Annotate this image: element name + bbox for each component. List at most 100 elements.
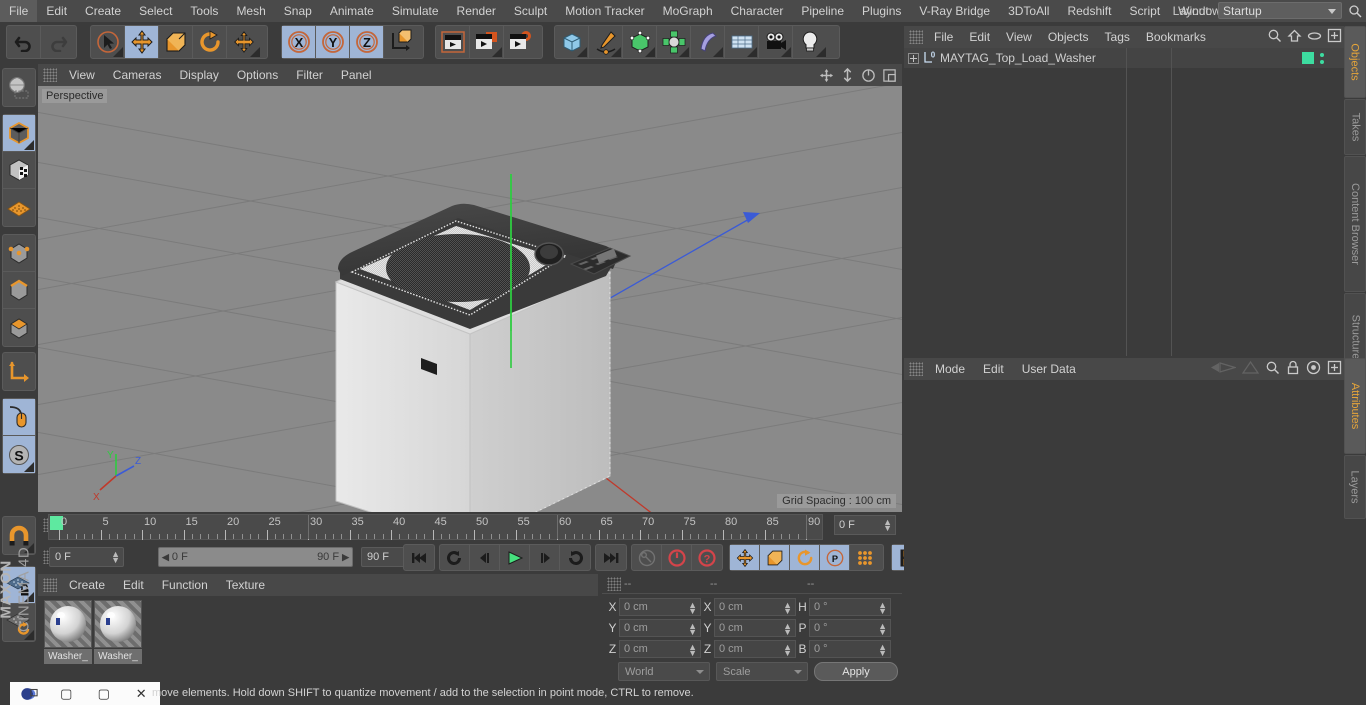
material-tag-icon[interactable] [1302, 52, 1314, 64]
menu-redshift[interactable]: Redshift [1058, 0, 1120, 22]
apply-button[interactable]: Apply [814, 662, 898, 681]
polygons-mode-button[interactable] [3, 309, 35, 346]
range-left-arrow-icon[interactable]: ◀ [162, 552, 169, 563]
keyframe-selection-button[interactable]: ? [692, 545, 722, 570]
visibility-dots-icon[interactable] [1320, 52, 1324, 64]
add-environment-button[interactable] [725, 26, 759, 58]
panel-grip-icon[interactable] [43, 68, 57, 82]
history-forward-icon[interactable] [1241, 360, 1260, 378]
layout-dropdown[interactable]: Startup [1218, 2, 1342, 19]
rotate-tool[interactable] [193, 26, 227, 58]
coordinate-field-position-y[interactable]: 0 cm ▲ ▼ [619, 619, 701, 637]
record-scale-button[interactable] [760, 545, 790, 570]
zoom-camera-icon[interactable] [838, 67, 856, 83]
menu-sculpt[interactable]: Sculpt [505, 0, 556, 22]
history-back-icon[interactable] [1210, 360, 1238, 378]
frame-range-slider[interactable]: ◀ 0 F 90 F ▶ [158, 547, 353, 567]
previous-keyframe-button[interactable] [440, 545, 470, 570]
material-list[interactable]: Washer_ Washer_ [38, 596, 598, 682]
expand-toggle-icon[interactable] [908, 52, 919, 64]
object-menu-objects[interactable]: Objects [1040, 26, 1097, 48]
timeline-frame-field[interactable]: 0 F ▲ ▼ [834, 515, 896, 535]
next-frame-button[interactable] [530, 545, 560, 570]
coordinate-field-size-y[interactable]: 0 cm ▲ ▼ [714, 619, 796, 637]
material-menu-function[interactable]: Function [153, 574, 217, 596]
record-active-objects-button[interactable] [662, 545, 692, 570]
record-position-button[interactable] [730, 545, 760, 570]
texture-mode-button[interactable] [3, 152, 35, 189]
record-rotation-button[interactable] [790, 545, 820, 570]
panel-grip-icon[interactable] [909, 362, 923, 376]
coordinate-mode-select[interactable]: Scale [716, 662, 808, 681]
right-tab-content-browser[interactable]: Content Browser [1344, 156, 1366, 292]
next-keyframe-button[interactable] [560, 545, 590, 570]
menu-snap[interactable]: Snap [275, 0, 321, 22]
live-selection-tool[interactable] [91, 26, 125, 58]
viewport-menu-options[interactable]: Options [228, 64, 287, 86]
material-menu-create[interactable]: Create [60, 574, 114, 596]
panel-grip-icon[interactable] [909, 30, 923, 44]
lock-icon[interactable] [1286, 360, 1300, 378]
menu-search-icon[interactable] [1348, 4, 1362, 21]
object-menu-edit[interactable]: Edit [961, 26, 998, 48]
move-camera-icon[interactable] [817, 67, 835, 83]
coordinate-field-size-z[interactable]: 0 cm ▲ ▼ [714, 640, 796, 658]
timeline-ruler[interactable]: 0 5 10 15 20 25 30 35 40 45 50 55 60 65 70 75 80 85 90 [48, 514, 823, 540]
object-menu-view[interactable]: View [998, 26, 1040, 48]
coordinate-field-rotation-p[interactable]: 0 ° ▲ ▼ [809, 619, 891, 637]
viewport-solo-button[interactable] [3, 399, 35, 436]
coordinate-field-position-z[interactable]: 0 cm ▲ ▼ [619, 640, 701, 658]
edges-mode-button[interactable] [3, 272, 35, 309]
spinner-icon[interactable]: ▲▼ [878, 622, 887, 637]
right-tab-takes[interactable]: Takes [1344, 99, 1366, 155]
menu-edit[interactable]: Edit [37, 0, 76, 22]
right-tab-attributes[interactable]: Attributes [1344, 358, 1366, 454]
search-icon[interactable] [1265, 360, 1280, 378]
x-axis-lock[interactable]: X [282, 26, 316, 58]
render-settings-button[interactable] [504, 26, 538, 58]
menu-file[interactable]: File [0, 0, 38, 22]
home-icon[interactable] [1287, 28, 1302, 46]
plus-box-icon[interactable] [1327, 28, 1342, 46]
spinner-icon[interactable]: ▲▼ [878, 643, 887, 658]
spinner-icon[interactable]: ▲▼ [688, 622, 697, 637]
make-editable-button[interactable] [3, 69, 35, 106]
search-icon[interactable] [1267, 28, 1282, 46]
previous-frame-button[interactable] [470, 545, 500, 570]
target-icon[interactable] [1306, 360, 1321, 378]
record-point-level-button[interactable] [850, 545, 880, 570]
menu-script[interactable]: Script [1120, 0, 1169, 22]
menu-tools[interactable]: Tools [181, 0, 227, 22]
current-frame-field[interactable]: 0 F ▲ ▼ [49, 547, 124, 567]
world-object-coordinate-toggle[interactable] [384, 26, 418, 58]
spinner-icon[interactable]: ▲▼ [688, 643, 697, 658]
attributes-menu-user-data[interactable]: User Data [1013, 358, 1085, 380]
menu-render[interactable]: Render [448, 0, 505, 22]
add-modeling-object-button[interactable] [657, 26, 691, 58]
enable-axis-button[interactable] [3, 353, 35, 390]
add-light-button[interactable] [793, 26, 827, 58]
coordinate-field-rotation-h[interactable]: 0 ° ▲ ▼ [809, 598, 891, 616]
panel-grip-icon[interactable] [607, 576, 621, 591]
z-axis-lock[interactable]: Z [350, 26, 384, 58]
attributes-content[interactable] [904, 380, 1344, 682]
enable-snap-button[interactable]: S [3, 436, 35, 473]
material-washer-1[interactable]: Washer_ [44, 600, 92, 666]
add-deformer-button[interactable] [691, 26, 725, 58]
plus-box-icon[interactable] [1327, 360, 1342, 378]
menu-select[interactable]: Select [130, 0, 181, 22]
panel-grip-icon[interactable] [43, 578, 57, 592]
object-manager-tree[interactable]: 0 MAYTAG_Top_Load_Washer [904, 48, 1344, 356]
menu-simulate[interactable]: Simulate [383, 0, 448, 22]
coordinate-field-position-x[interactable]: 0 cm ▲ ▼ [619, 598, 701, 616]
ellipse-icon[interactable] [1307, 30, 1322, 45]
add-primitive-cube-button[interactable] [555, 26, 589, 58]
viewport-menu-display[interactable]: Display [170, 64, 227, 86]
maximize-viewport-icon[interactable] [880, 67, 898, 83]
menu-3dtoall[interactable]: 3DToAll [999, 0, 1058, 22]
move-tool[interactable] [125, 26, 159, 58]
menu-mograph[interactable]: MoGraph [654, 0, 722, 22]
menu-animate[interactable]: Animate [321, 0, 383, 22]
render-view-button[interactable] [436, 26, 470, 58]
add-spline-button[interactable] [589, 26, 623, 58]
